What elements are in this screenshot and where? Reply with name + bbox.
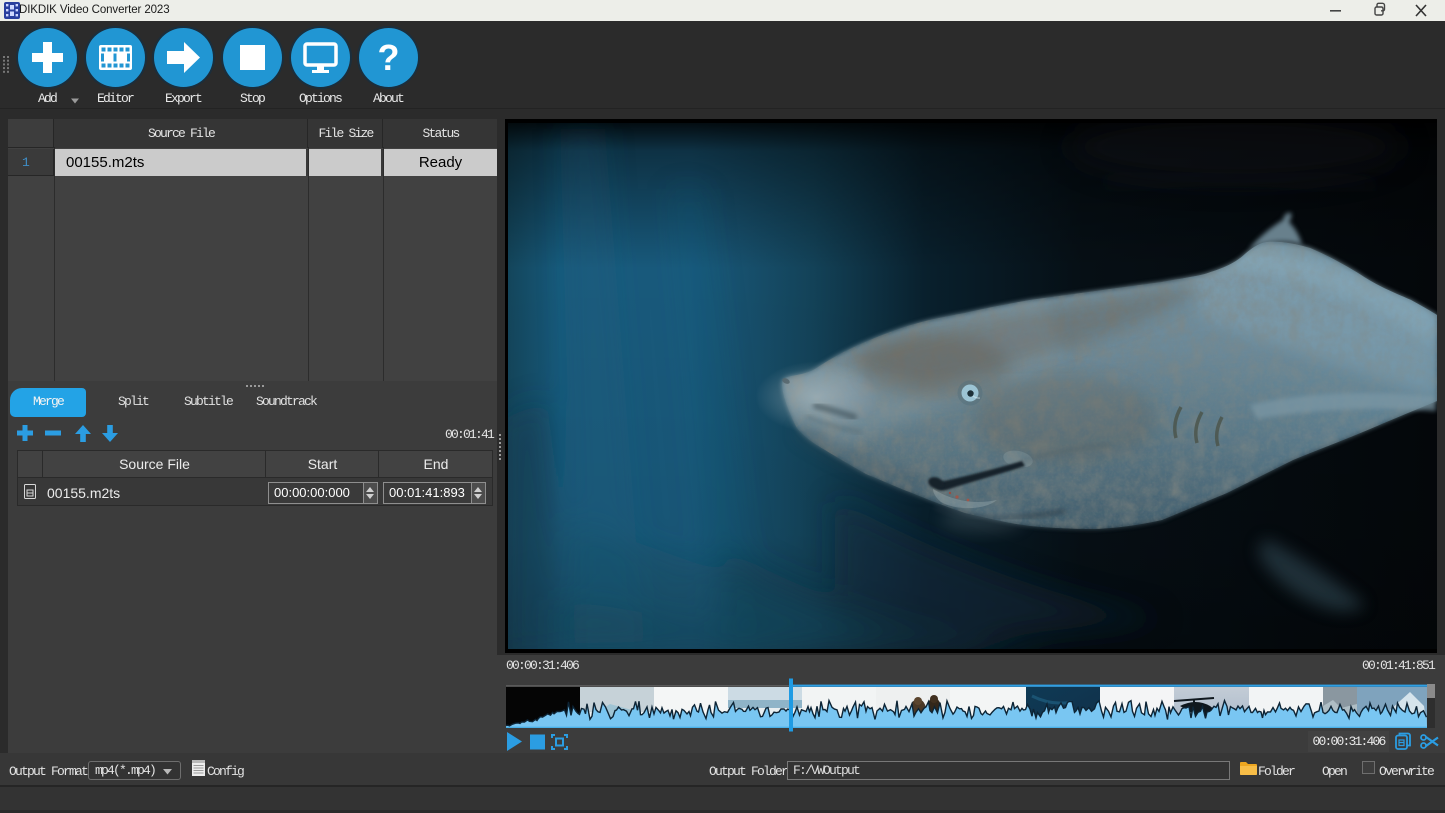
- svg-text:?: ?: [377, 37, 399, 78]
